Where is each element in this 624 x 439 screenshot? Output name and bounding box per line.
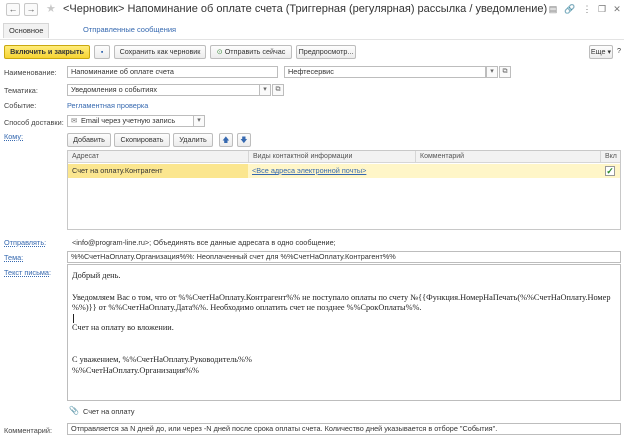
save-button[interactable]: ▪ [94,45,110,59]
event-link[interactable]: Регламентная проверка [67,101,148,110]
save-draft-button[interactable]: Сохранить как черновик [114,45,206,59]
preview-button[interactable]: Предпросмотр... [296,45,356,59]
column-header-enabled[interactable]: Вкл [600,151,620,163]
comment-label: Комментарий: [4,426,52,435]
copy-button[interactable]: Скопировать [114,133,170,147]
letter-body-editor[interactable]: Добрый день. Уведомляем Вас о том, что о… [67,264,621,401]
table-cell-addressee[interactable]: Счет на оплату.Контрагент [68,164,248,178]
help-button[interactable]: ? [616,45,622,59]
restore-window-icon[interactable]: ❐ [596,3,608,15]
recipients-table: Адресат Виды контактной информации Комме… [67,150,621,230]
chevron-down-icon: ▾ [197,117,201,124]
arrow-up-icon: 🡅 [222,135,230,144]
more-button[interactable]: Еще ▾ [589,45,613,59]
sender-value: <info@program-line.ru>; Объединять все д… [72,238,336,247]
comment-input[interactable]: Отправляется за N дней до, или через -N … [67,423,621,435]
organization-open-button[interactable]: ⧉ [499,66,511,78]
envelope-icon: ✉ [71,116,78,125]
subject-input[interactable]: Уведомления о событиях [67,84,260,96]
letter-line: Счет на оплату во вложении. [72,322,174,332]
text-cursor [73,313,74,323]
arrow-down-icon: 🡇 [240,135,248,144]
send-now-button[interactable]: ⊙ Отправить сейчас [210,45,292,59]
letter-line: Добрый день. [72,271,121,280]
letter-label[interactable]: Текст письма: [4,268,51,277]
enabled-checkbox[interactable]: ✓ [605,166,615,176]
attachment-link[interactable]: Счет на оплату [83,407,135,416]
topic-input[interactable]: %%СчетНаОплату.Организация%%: Неоплаченн… [67,251,621,263]
document-icon[interactable]: ▤ [547,3,559,15]
column-header-addressee[interactable]: Адресат [68,151,248,163]
letter-line: %%СчетНаОплату.Организация%% [72,365,199,375]
tab-sent-messages[interactable]: Отправленные сообщения [78,23,181,38]
chevron-down-icon: ▾ [490,68,494,75]
delivery-select[interactable]: ✉ Email через учетную запись [67,115,194,127]
chevron-down-icon: ▾ [263,86,267,93]
paperclip-icon: 📎 [69,406,79,415]
move-down-button[interactable]: 🡇 [237,133,251,147]
subject-label: Тематика: [4,86,38,95]
column-header-comment[interactable]: Комментарий [415,151,600,163]
save-icon: ▪ [100,47,104,56]
tab-main[interactable]: Основное [3,23,50,38]
arrow-right-icon: → [26,4,36,14]
organization-input[interactable]: Нефтесервис [284,66,486,78]
move-up-button[interactable]: 🡅 [219,133,233,147]
name-input[interactable]: Напоминание об оплате счета [67,66,278,78]
recipients-label[interactable]: Кому: [4,132,23,141]
sender-label[interactable]: Отправлять: [4,238,46,247]
close-window-icon[interactable]: ✕ [611,3,623,15]
favorite-star-icon[interactable]: ★ [46,2,56,15]
forward-button[interactable]: → [24,3,38,16]
back-button[interactable]: ← [6,3,20,16]
letter-line: С уважением, %%СчетНаОплату.Руководитель… [72,355,252,364]
delivery-dropdown-button[interactable]: ▾ [193,115,205,127]
delivery-value: Email через учетную запись [81,116,176,125]
more-actions-icon[interactable]: ⋮ [581,3,593,15]
table-cell-comment[interactable] [415,164,600,178]
name-label: Наименование: [4,68,57,77]
arrow-left-icon: ← [8,4,18,14]
send-icon: ⊙ [216,47,223,56]
organization-dropdown-button[interactable]: ▾ [486,66,498,78]
event-label: Событие: [4,101,37,110]
link-icon[interactable]: 🔗 [564,3,576,15]
subject-dropdown-button[interactable]: ▾ [259,84,271,96]
open-link-icon: ⧉ [502,68,508,75]
letter-line: %%)}} от %%СчетНаОплату.Дата%%. Необходи… [72,303,422,312]
enable-and-close-button[interactable]: Включить и закрыть [4,45,90,59]
topic-label[interactable]: Тема: [4,253,23,262]
table-cell-contact-type[interactable]: <Все адреса электронной почты> [248,164,415,178]
window-title: <Черновик> Напоминание об оплате счета (… [63,3,548,15]
send-now-label: Отправить сейчас [224,47,286,56]
column-header-contact-type[interactable]: Виды контактной информации [248,151,415,163]
letter-line: Уведомляем Вас о том, что от %%СчетНаОпл… [72,292,611,302]
delivery-label: Способ доставки: [4,118,64,127]
add-button[interactable]: Добавить [67,133,111,147]
open-link-icon: ⧉ [275,86,281,93]
delete-button[interactable]: Удалить [173,133,213,147]
subject-open-button[interactable]: ⧉ [272,84,284,96]
